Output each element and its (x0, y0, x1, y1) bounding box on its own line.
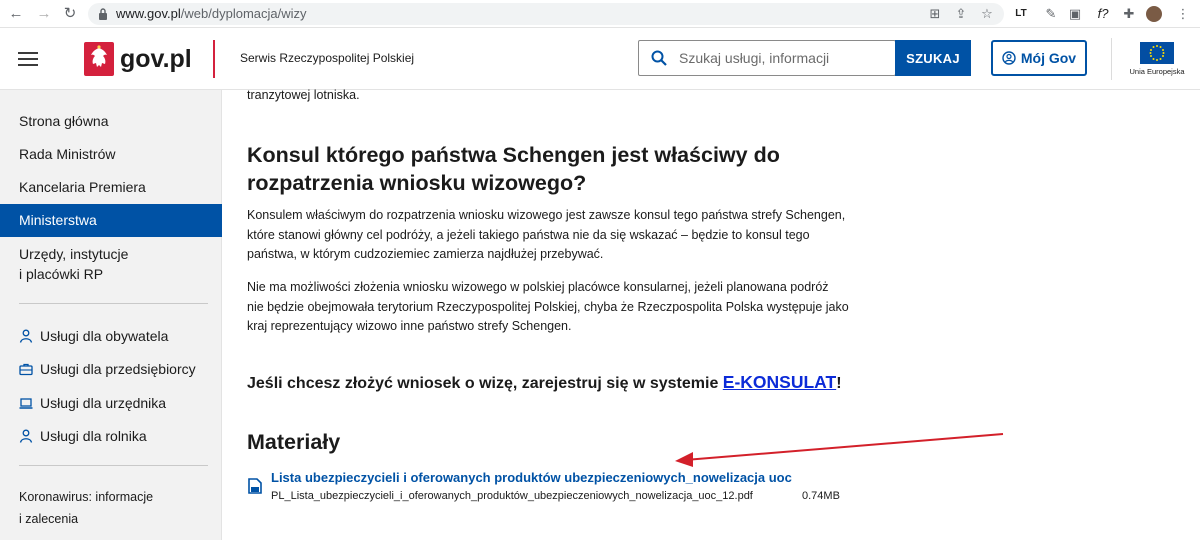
gov-logo[interactable]: gov.pl (84, 42, 192, 76)
cta-end: ! (836, 375, 842, 392)
profile-avatar[interactable] (1146, 6, 1162, 22)
file-icon (248, 478, 262, 494)
search-input[interactable] (679, 47, 889, 69)
search-box (638, 40, 896, 76)
sidebar-item-prime-minister-office[interactable]: Kancelaria Premiera (0, 177, 222, 197)
materials-heading: Materiały (247, 430, 341, 454)
intro-tail-text: tranzytowej lotniska. (247, 88, 360, 102)
ekonsulat-callout: Jeśli chcesz złożyć wniosek o wizę, zare… (247, 372, 842, 393)
main-content: tranzytowej lotniska. Konsul którego pań… (223, 88, 1200, 540)
reload-icon[interactable]: ↻ (60, 4, 80, 24)
sidebar-divider (19, 303, 208, 304)
eagle-emblem-icon (84, 42, 114, 76)
sidebar: Strona główna Rada Ministrów Kancelaria … (0, 90, 222, 540)
logo-divider (213, 40, 215, 78)
extensions-puzzle-icon[interactable]: ✚ (1120, 5, 1138, 23)
sidebar-item-label: Usługi dla obywatela (40, 328, 169, 344)
briefcase-icon (19, 363, 33, 376)
sidebar-item-official-services[interactable]: Usługi dla urzędnika (19, 393, 166, 413)
sidebar-item-farmer-services[interactable]: Usługi dla rolnika (19, 426, 147, 446)
menu-dots-icon[interactable]: ⋮ (1174, 5, 1192, 23)
sidebar-item-coronavirus[interactable]: Koronawirus: informacje i zalecenia (19, 486, 199, 530)
extension-formula-icon[interactable]: f? (1094, 5, 1112, 23)
sidebar-item-ministries[interactable]: Ministerstwa (0, 204, 222, 237)
user-circle-icon (1002, 51, 1016, 65)
sidebar-item-offices-line2: i placówki RP (19, 266, 104, 282)
my-gov-button[interactable]: Mój Gov (991, 40, 1087, 76)
sidebar-item-label: Usługi dla przedsiębiorcy (40, 361, 196, 377)
extension-frame-icon[interactable]: ▣ (1066, 5, 1084, 23)
laptop-icon (19, 398, 33, 409)
hamburger-menu-icon[interactable] (18, 52, 38, 66)
heading-line2: rozpatrzenia wniosku wizowego? (247, 171, 587, 195)
service-name: Serwis Rzeczypospolitej Polskiej (240, 51, 415, 65)
person-icon (19, 329, 33, 343)
sidebar-item-offices-line1: Urzędy, instytucje (19, 246, 129, 262)
paragraph-line: Nie ma możliwości złożenia wniosku wizow… (247, 280, 829, 294)
paragraph-line: Konsulem właściwym do rozpatrzenia wnios… (247, 208, 846, 222)
coronavirus-line2: i zalecenia (19, 512, 79, 526)
search-button[interactable]: SZUKAJ (895, 40, 971, 76)
paragraph-line: nie będzie obejmowała terytorium Rzeczyp… (247, 299, 849, 314)
sidebar-item-council-of-ministers[interactable]: Rada Ministrów (0, 144, 222, 164)
ekonsulat-link[interactable]: E-KONSULAT (723, 372, 836, 392)
my-gov-label: Mój Gov (1020, 50, 1077, 66)
back-icon[interactable]: ← (6, 4, 26, 24)
share-icon[interactable]: ⇪ (952, 5, 970, 23)
url-text: www.gov.pl/web/dyplomacja/wizy (116, 6, 307, 21)
file-name: PL_Lista_ubezpieczycieli_i_oferowanych_p… (271, 490, 753, 502)
sidebar-item-business-services[interactable]: Usługi dla przedsiębiorcy (19, 359, 196, 379)
extension-lt-icon[interactable]: LT (1012, 5, 1030, 23)
sidebar-item-citizen-services[interactable]: Usługi dla obywatela (19, 326, 168, 346)
search-icon (651, 50, 667, 66)
browser-toolbar: ← → ↻ www.gov.pl/web/dyplomacja/wizy ⊞ ⇪… (0, 0, 1200, 28)
address-bar[interactable]: www.gov.pl/web/dyplomacja/wizy (88, 3, 1004, 25)
paragraph-consul: Konsulem właściwym do rozpatrzenia wnios… (247, 206, 867, 265)
paragraph-line: państwa, w którym cudzoziemiec zamierza … (247, 247, 604, 261)
logo-text: gov.pl (120, 44, 192, 73)
translate-icon[interactable]: ⊞ (926, 5, 944, 23)
sidebar-item-home[interactable]: Strona główna (0, 111, 222, 131)
paragraph-line: kraj reprezentujący wizowo inne państwo … (247, 319, 572, 333)
sidebar-item-label: Usługi dla rolnika (40, 428, 147, 444)
eu-divider (1111, 38, 1112, 80)
forward-icon[interactable]: → (34, 4, 54, 24)
paragraph-no-application: Nie ma możliwości złożenia wniosku wizow… (247, 278, 867, 337)
annotation-arrow-icon (675, 433, 1004, 467)
person-icon (19, 429, 33, 443)
heading-line1: Konsul którego państwa Schengen jest wła… (247, 143, 780, 167)
eu-flag-icon (1140, 42, 1174, 64)
file-size: 0.74MB (802, 490, 840, 502)
cta-text: Jeśli chcesz złożyć wniosek o wizę, zare… (247, 375, 723, 392)
lock-icon (99, 8, 107, 20)
eu-label: Unia Europejska (1129, 67, 1185, 76)
extension-pen-icon[interactable]: ✎ (1042, 5, 1060, 23)
sidebar-item-offices[interactable]: Urzędy, instytucje i placówki RP (0, 244, 222, 284)
site-header: gov.pl Serwis Rzeczypospolitej Polskiej … (0, 28, 1200, 90)
eu-logo: Unia Europejska (1126, 42, 1188, 76)
sidebar-divider (19, 465, 208, 466)
bookmark-star-icon[interactable]: ☆ (978, 5, 996, 23)
section-heading: Konsul którego państwa Schengen jest wła… (247, 141, 847, 197)
coronavirus-line1: Koronawirus: informacje (19, 490, 154, 504)
sidebar-item-label: Usługi dla urzędnika (40, 395, 167, 411)
paragraph-line: które stanowi główny cel podróży, a jeże… (247, 227, 810, 242)
